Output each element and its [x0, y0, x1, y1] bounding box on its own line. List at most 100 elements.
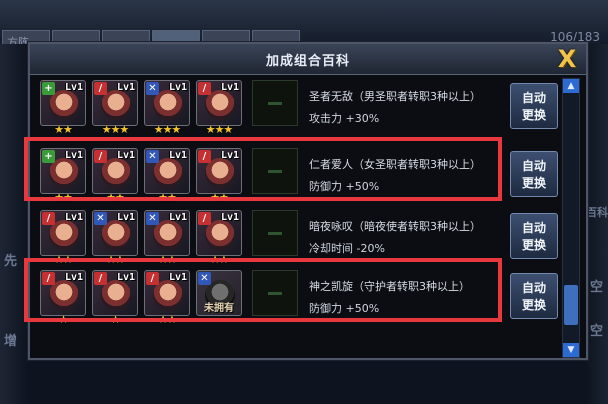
combo-title: 神之凯旋（守护者转职3种以上）	[309, 280, 470, 293]
star-rating: ★★★	[101, 123, 130, 136]
level-badge: Lv1	[168, 212, 187, 223]
side-label: 空	[590, 324, 604, 339]
character-card[interactable]: / Lv1	[196, 210, 242, 256]
level-badge: Lv1	[64, 82, 83, 93]
dash-icon	[268, 170, 282, 173]
level-badge: Lv1	[168, 150, 187, 161]
dash-icon	[268, 232, 282, 235]
sword-icon: /	[94, 82, 107, 95]
side-label: 增	[4, 334, 18, 349]
auto-replace-button[interactable]: 自动 更换	[510, 213, 558, 259]
level-badge: Lv1	[116, 150, 135, 161]
character-card[interactable]: ✕ Lv1	[144, 148, 190, 194]
level-badge: Lv1	[168, 82, 187, 93]
background-top-bar: 方阵 106/183	[0, 0, 608, 49]
character-card[interactable]: ✕ Lv1	[92, 210, 138, 256]
empty-slot[interactable]	[252, 80, 298, 126]
star-rating: ★★	[210, 191, 229, 204]
character-card[interactable]: + Lv1	[40, 80, 86, 126]
star-rating: ★★★	[153, 123, 182, 136]
combo-title: 仁者爱人（女圣职者转职3种以上）	[309, 158, 481, 171]
sword-icon: /	[198, 212, 211, 225]
combo-description: 圣者无敌（男圣职者转职3种以上） 攻击力 +30%	[309, 88, 481, 126]
combo-encyclopedia-dialog: 加成组合百科 X + Lv1 ★★ / Lv1 ★★★ ✕ Lv1 ★★★ / Lv1 ★★★ 圣者无敌…	[28, 42, 588, 360]
level-badge: Lv1	[220, 150, 239, 161]
star-rating: ★★	[54, 123, 73, 136]
side-label: 空	[590, 280, 604, 295]
combo-row: / Lv1 ★★ ✕ Lv1 ★★ ✕ Lv1 ★★ / Lv1 ★★ 暗夜咏叹（暗夜使者转职3种以上）…	[32, 208, 558, 268]
sword-icon: /	[94, 150, 107, 163]
combo-bonus: 防御力 +50%	[309, 180, 380, 193]
star-rating: ★★	[106, 253, 125, 266]
level-badge: Lv1	[168, 272, 187, 283]
sword-icon: /	[42, 272, 55, 285]
scroll-down-icon[interactable]: ▼	[563, 343, 579, 357]
scroll-thumb[interactable]	[564, 285, 578, 325]
auto-replace-button[interactable]: 自动 更换	[510, 273, 558, 319]
star-rating: ★★	[54, 253, 73, 266]
unowned-label: 未拥有	[204, 303, 234, 314]
character-card[interactable]: ✕ Lv1	[144, 80, 190, 126]
dash-icon	[268, 102, 282, 105]
character-card[interactable]: / Lv1	[196, 80, 242, 126]
star-rating: ★★	[210, 253, 229, 266]
sword-icon: /	[198, 150, 211, 163]
scrollbar[interactable]: ▲ ▼	[562, 78, 580, 358]
combo-description: 神之凯旋（守护者转职3种以上） 防御力 +50%	[309, 278, 470, 316]
character-card[interactable]: + Lv1	[40, 148, 86, 194]
cross-icon: +	[42, 82, 55, 95]
auto-replace-button[interactable]: 自动 更换	[510, 83, 558, 129]
combo-description: 暗夜咏叹（暗夜使者转职3种以上） 冷却时间 -20%	[309, 218, 481, 256]
sword-icon: /	[42, 212, 55, 225]
character-card[interactable]: / Lv1	[92, 270, 138, 316]
character-card[interactable]: / Lv1	[92, 148, 138, 194]
combo-title: 圣者无敌（男圣职者转职3种以上）	[309, 90, 481, 103]
star-rating: ★★	[158, 191, 177, 204]
star-rating: ★★	[158, 253, 177, 266]
auto-replace-button[interactable]: 自动 更换	[510, 151, 558, 197]
star-rating: ★★	[106, 191, 125, 204]
level-badge: Lv1	[220, 82, 239, 93]
auto-replace-label: 更换	[521, 298, 546, 312]
dash-icon	[268, 292, 282, 295]
character-card[interactable]: ✕ Lv1	[144, 210, 190, 256]
character-card[interactable]: / Lv1	[40, 270, 86, 316]
combo-row: + Lv1 ★★ / Lv1 ★★ ✕ Lv1 ★★ / Lv1 ★★ 仁者爱人（女圣职者转职3种以上）…	[32, 146, 558, 206]
side-label: 百科	[586, 206, 608, 219]
combo-bonus: 攻击力 +30%	[309, 112, 380, 125]
star-rating: ★★	[54, 191, 73, 204]
sword-icon: /	[94, 272, 107, 285]
level-badge: Lv1	[116, 272, 135, 283]
combo-list: + Lv1 ★★ / Lv1 ★★★ ✕ Lv1 ★★★ / Lv1 ★★★ 圣者无敌（男圣职者转职3种…	[32, 78, 558, 356]
auto-replace-label: 更换	[521, 176, 546, 190]
x-icon: ✕	[146, 212, 159, 225]
empty-slot[interactable]	[252, 270, 298, 316]
background-left-panel: 先 增	[0, 44, 28, 404]
auto-replace-label: 自动	[521, 221, 546, 235]
sword-icon: /	[198, 82, 211, 95]
character-card[interactable]: ✕ 未拥有	[196, 270, 242, 316]
sword-icon: /	[146, 272, 159, 285]
dialog-header: 加成组合百科 X	[30, 44, 586, 75]
combo-bonus: 冷却时间 -20%	[309, 242, 385, 255]
character-card[interactable]: / Lv1	[92, 80, 138, 126]
star-rating: ★★	[158, 313, 177, 326]
empty-slot[interactable]	[252, 210, 298, 256]
close-button[interactable]: X	[554, 46, 580, 72]
side-label: 先	[4, 254, 18, 269]
character-card[interactable]: / Lv1	[144, 270, 190, 316]
auto-replace-label: 自动	[521, 281, 546, 295]
scroll-up-icon[interactable]: ▲	[563, 79, 579, 93]
auto-replace-label: 更换	[521, 108, 546, 122]
star-rating: ★	[110, 313, 121, 326]
auto-replace-label: 自动	[521, 91, 546, 105]
empty-slot[interactable]	[252, 148, 298, 194]
x-icon: ✕	[146, 150, 159, 163]
x-icon: ✕	[198, 272, 211, 285]
level-badge: Lv1	[64, 272, 83, 283]
character-card[interactable]: / Lv1	[40, 210, 86, 256]
combo-row: / Lv1 ★ / Lv1 ★ / Lv1 ★★ ✕ 未拥有 神之凯旋（守护者转职3种以上） 防御力 +…	[32, 268, 558, 328]
x-icon: ✕	[146, 82, 159, 95]
level-badge: Lv1	[116, 212, 135, 223]
character-card[interactable]: / Lv1	[196, 148, 242, 194]
